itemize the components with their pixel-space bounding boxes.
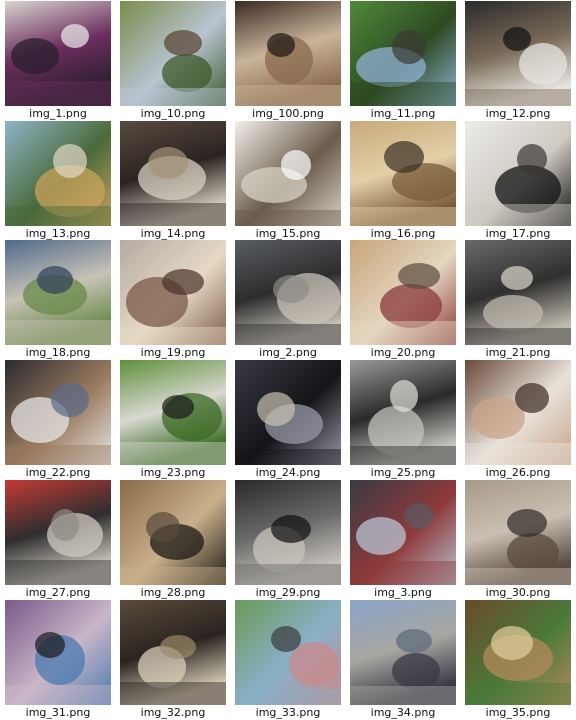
double-decker-bus-photo[interactable] [350,480,456,585]
gallery-item[interactable]: img_16.png [350,121,456,241]
city-highway-photo[interactable] [350,600,456,705]
image-filename-label: img_15.png [255,227,321,240]
gallery-item[interactable]: img_32.png [120,600,226,720]
image-filename-label: img_26.png [485,466,551,479]
image-filename-label: img_34.png [370,706,436,719]
gallery-item[interactable]: img_34.png [350,600,456,720]
gallery-item[interactable]: img_15.png [235,121,341,241]
image-filename-label: img_100.png [252,107,324,120]
tennis-player-photo[interactable] [5,600,111,705]
tennis-court-photo[interactable] [5,240,111,345]
gallery-item[interactable]: img_35.png [465,600,571,720]
cow-in-field-photo[interactable] [350,1,456,106]
image-filename-label: img_12.png [485,107,551,120]
gallery-item[interactable]: img_3.png [350,480,456,600]
image-filename-label: img_28.png [140,586,206,599]
image-filename-label: img_21.png [485,346,551,359]
image-filename-label: img_33.png [255,706,321,719]
photo-collage-photo[interactable] [120,480,226,585]
gallery-item[interactable]: img_100.png [235,1,341,121]
image-filename-label: img_13.png [25,227,91,240]
cat-with-cup-photo[interactable] [465,360,571,465]
market-stall-photo[interactable] [5,121,111,226]
image-filename-label: img_18.png [25,346,91,359]
toilet-street-photo[interactable] [465,1,571,106]
gallery-item[interactable]: img_33.png [235,600,341,720]
gallery-item[interactable]: img_11.png [350,1,456,121]
market-vendor-photo[interactable] [120,600,226,705]
gallery-item[interactable]: img_1.png [5,1,111,121]
image-gallery-grid: img_1.png img_10.png img_100.png img_11.png… [0,0,576,720]
image-filename-label: img_23.png [140,466,206,479]
gallery-item[interactable]: img_24.png [235,360,341,480]
kitchen-tins-photo[interactable] [350,240,456,345]
gallery-item[interactable]: img_31.png [5,600,111,720]
kitchen-dark-photo[interactable] [120,121,226,226]
image-filename-label: img_10.png [140,107,206,120]
image-filename-label: img_24.png [255,466,321,479]
airplane-sky-photo[interactable] [235,360,341,465]
tennis-serve-photo[interactable] [235,600,341,705]
image-filename-label: img_30.png [485,586,551,599]
cat-on-bed-photo[interactable] [465,121,571,226]
gallery-item[interactable]: img_27.png [5,480,111,600]
white-kitchen-photo[interactable] [235,121,341,226]
motorcycle-photo[interactable] [5,1,111,106]
park-crowd-photo[interactable] [120,1,226,106]
image-filename-label: img_31.png [25,706,91,719]
giraffe-photo[interactable] [465,600,571,705]
gallery-item[interactable]: img_18.png [5,240,111,360]
dog-on-grass-photo[interactable] [120,360,226,465]
street-sidewalk-photo[interactable] [465,480,571,585]
gallery-item[interactable]: img_13.png [5,121,111,241]
laptop-photo[interactable] [5,360,111,465]
red-bus-photo[interactable] [5,480,111,585]
image-filename-label: img_16.png [370,227,436,240]
gallery-item[interactable]: img_10.png [120,1,226,121]
image-filename-label: img_17.png [485,227,551,240]
image-filename-label: img_25.png [370,466,436,479]
image-filename-label: img_35.png [485,706,551,719]
image-filename-label: img_20.png [370,346,436,359]
gallery-item[interactable]: img_21.png [465,240,571,360]
image-filename-label: img_32.png [140,706,206,719]
image-filename-label: img_27.png [25,586,91,599]
gallery-item[interactable]: img_19.png [120,240,226,360]
gallery-item[interactable]: img_22.png [5,360,111,480]
fruit-still-life-photo[interactable] [350,121,456,226]
birds-on-water-photo[interactable] [350,360,456,465]
gallery-item[interactable]: img_26.png [465,360,571,480]
gallery-item[interactable]: img_2.png [235,240,341,360]
image-filename-label: img_22.png [25,466,91,479]
teddy-bear-photo[interactable] [235,1,341,106]
gallery-item[interactable]: img_17.png [465,121,571,241]
gallery-item[interactable]: img_14.png [120,121,226,241]
gallery-item[interactable]: img_30.png [465,480,571,600]
image-filename-label: img_1.png [29,107,87,120]
gallery-item[interactable]: img_28.png [120,480,226,600]
gallery-item[interactable]: img_12.png [465,1,571,121]
image-filename-label: img_29.png [255,586,321,599]
image-filename-label: img_19.png [140,346,206,359]
image-filename-label: img_14.png [140,227,206,240]
gallery-item[interactable]: img_23.png [120,360,226,480]
gallery-item[interactable]: img_25.png [350,360,456,480]
gallery-item[interactable]: img_29.png [235,480,341,600]
food-plate-photo[interactable] [120,240,226,345]
gallery-item[interactable]: img_20.png [350,240,456,360]
image-filename-label: img_11.png [370,107,436,120]
dog-in-car-photo[interactable] [235,240,341,345]
van-person-photo[interactable] [465,240,571,345]
skateboard-ramp-photo[interactable] [235,480,341,585]
image-filename-label: img_3.png [374,586,432,599]
image-filename-label: img_2.png [259,346,317,359]
